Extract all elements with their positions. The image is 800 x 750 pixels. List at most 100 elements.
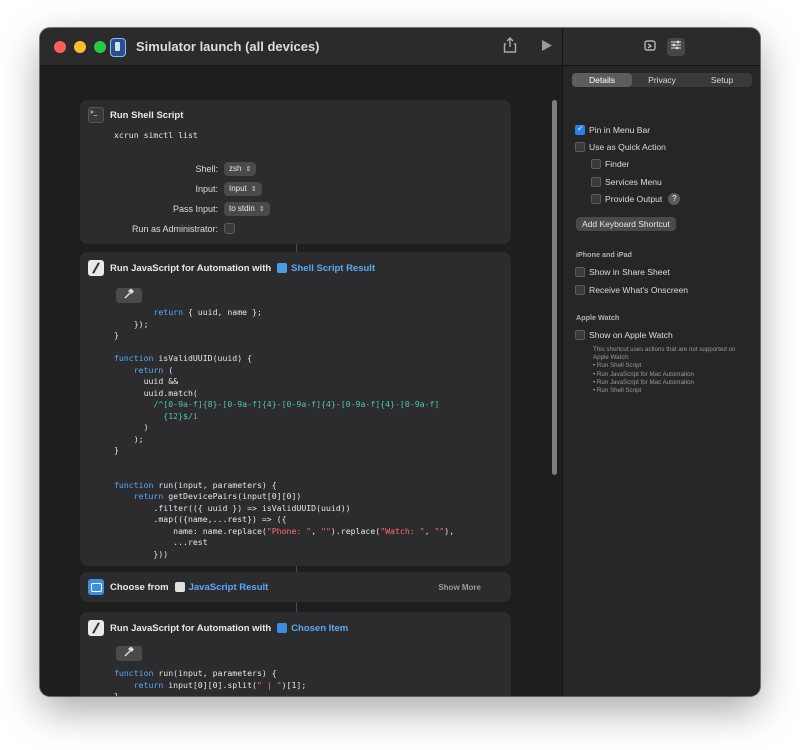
action-header: Choose from JavaScript Result [88, 579, 268, 595]
window-controls [54, 41, 106, 53]
tab-privacy[interactable]: Privacy [632, 73, 692, 87]
settings-sliders-icon[interactable] [667, 38, 685, 56]
action-header: Run JavaScript for Automation with Shell… [88, 260, 375, 276]
chevron-updown-icon: ⇕ [251, 186, 257, 193]
checkbox[interactable] [575, 142, 585, 152]
library-icon[interactable] [641, 38, 659, 56]
editor-scrollbar[interactable] [551, 100, 559, 690]
action-title: Choose from [110, 582, 169, 593]
flow-connector [296, 244, 297, 252]
variable-token[interactable]: JavaScript Result [175, 582, 269, 593]
option-label: Receive What's Onscreen [589, 285, 688, 295]
provide-output-option[interactable]: Provide Output ? [591, 193, 680, 205]
iphone-ipad-heading: iPhone and iPad [576, 250, 632, 259]
pass-input-popup[interactable]: to stdin ⇕ [224, 202, 270, 216]
javascript-code[interactable]: function run(input, parameters) { return… [114, 668, 306, 696]
option-label: Pin in Menu Bar [589, 125, 650, 135]
share-sheet-option[interactable]: Show in Share Sheet [575, 267, 670, 277]
share-icon[interactable] [503, 37, 517, 57]
note-text: This shortcut uses actions that are not … [593, 346, 743, 362]
option-label: Show in Share Sheet [589, 267, 670, 277]
window-title[interactable]: Simulator launch (all devices) [136, 39, 320, 54]
unsupported-item: • Run Shell Script [593, 362, 743, 370]
tab-setup[interactable]: Setup [692, 73, 752, 87]
zoom-button[interactable] [94, 41, 106, 53]
show-more-button[interactable]: Show More [438, 583, 481, 592]
run-as-admin-checkbox[interactable] [224, 223, 235, 234]
pin-menu-bar-option[interactable]: Pin in Menu Bar [575, 125, 650, 135]
action-header: Run JavaScript for Automation with Chose… [88, 620, 348, 636]
token-label: Chosen Item [291, 623, 348, 634]
unsupported-item: • Run JavaScript for Mac Automation [593, 379, 743, 387]
action-header: Run Shell Script [88, 107, 183, 123]
pass-input-label: Pass Input: [98, 204, 218, 214]
action-title: Run JavaScript for Automation with [110, 623, 271, 634]
chevron-updown-icon: ⇕ [259, 206, 265, 213]
details-sidebar: Details Privacy Setup Pin in Menu Bar Us… [562, 66, 760, 696]
checkbox[interactable] [591, 159, 601, 169]
pass-input-popup-value: to stdin [229, 204, 255, 213]
services-menu-option[interactable]: Services Menu [591, 177, 662, 187]
play-icon[interactable] [541, 39, 553, 56]
option-label: Provide Output [605, 194, 662, 204]
terminal-icon [88, 107, 104, 123]
shortcut-icon[interactable] [110, 38, 126, 57]
action-run-shell-script[interactable]: Run Shell Script xcrun simctl list Shell… [80, 100, 511, 244]
sidebar-header [562, 28, 760, 66]
receive-onscreen-option[interactable]: Receive What's Onscreen [575, 285, 688, 295]
watch-unsupported-note: This shortcut uses actions that are not … [593, 346, 743, 395]
script-editor-icon [88, 620, 104, 636]
option-label: Show on Apple Watch [589, 330, 673, 340]
option-label: Services Menu [605, 177, 662, 187]
action-run-jxa[interactable]: Run JavaScript for Automation with Shell… [80, 252, 511, 566]
variable-token[interactable]: Shell Script Result [277, 263, 375, 274]
unsupported-item: • Run Shell Script [593, 387, 743, 395]
option-label: Finder [605, 159, 629, 169]
quick-action-option[interactable]: Use as Quick Action [575, 142, 666, 152]
token-label: JavaScript Result [189, 582, 269, 593]
finder-option[interactable]: Finder [591, 159, 629, 169]
option-label: Use as Quick Action [589, 142, 666, 152]
action-run-jxa[interactable]: Run JavaScript for Automation with Chose… [80, 612, 511, 696]
shell-label: Shell: [98, 164, 218, 174]
javascript-code[interactable]: return { uuid, name }; }); } function is… [114, 307, 454, 561]
title-bar: Simulator launch (all devices) [40, 28, 562, 66]
tab-details[interactable]: Details [572, 73, 632, 87]
input-label: Input: [98, 184, 218, 194]
checkbox-checked[interactable] [575, 125, 585, 135]
help-icon[interactable]: ? [668, 193, 680, 205]
show-on-watch-option[interactable]: Show on Apple Watch [575, 330, 673, 340]
list-choose-icon [277, 623, 287, 633]
compile-button[interactable] [116, 646, 142, 661]
checkbox[interactable] [575, 267, 585, 277]
chevron-updown-icon: ⇕ [245, 166, 251, 173]
compile-button[interactable] [116, 288, 142, 303]
flow-connector [296, 602, 297, 612]
script-editor-icon [88, 260, 104, 276]
action-choose-from[interactable]: Choose from JavaScript Result Show More [80, 572, 511, 602]
token-label: Shell Script Result [291, 263, 375, 274]
script-editor-icon [175, 582, 185, 592]
shortcut-editor[interactable]: Run Shell Script xcrun simctl list Shell… [40, 66, 562, 696]
terminal-icon [277, 263, 287, 273]
minimize-button[interactable] [74, 41, 86, 53]
input-popup-value: Input [229, 184, 247, 193]
list-choose-icon [88, 579, 104, 595]
checkbox[interactable] [575, 285, 585, 295]
checkbox[interactable] [591, 194, 601, 204]
scroll-thumb[interactable] [552, 100, 557, 475]
run-as-admin-label: Run as Administrator: [98, 224, 218, 234]
add-keyboard-shortcut-button[interactable]: Add Keyboard Shortcut [576, 217, 676, 231]
close-button[interactable] [54, 41, 66, 53]
action-title: Run JavaScript for Automation with [110, 263, 271, 274]
variable-token[interactable]: Chosen Item [277, 623, 348, 634]
input-popup[interactable]: Input ⇕ [224, 182, 262, 196]
shell-popup-value: zsh [229, 164, 241, 173]
shell-popup[interactable]: zsh ⇕ [224, 162, 256, 176]
checkbox[interactable] [591, 177, 601, 187]
checkbox[interactable] [575, 330, 585, 340]
apple-watch-heading: Apple Watch [576, 313, 619, 322]
shell-script-text[interactable]: xcrun simctl list [114, 130, 198, 142]
unsupported-item: • Run JavaScript for Mac Automation [593, 371, 743, 379]
action-title: Run Shell Script [110, 110, 183, 121]
